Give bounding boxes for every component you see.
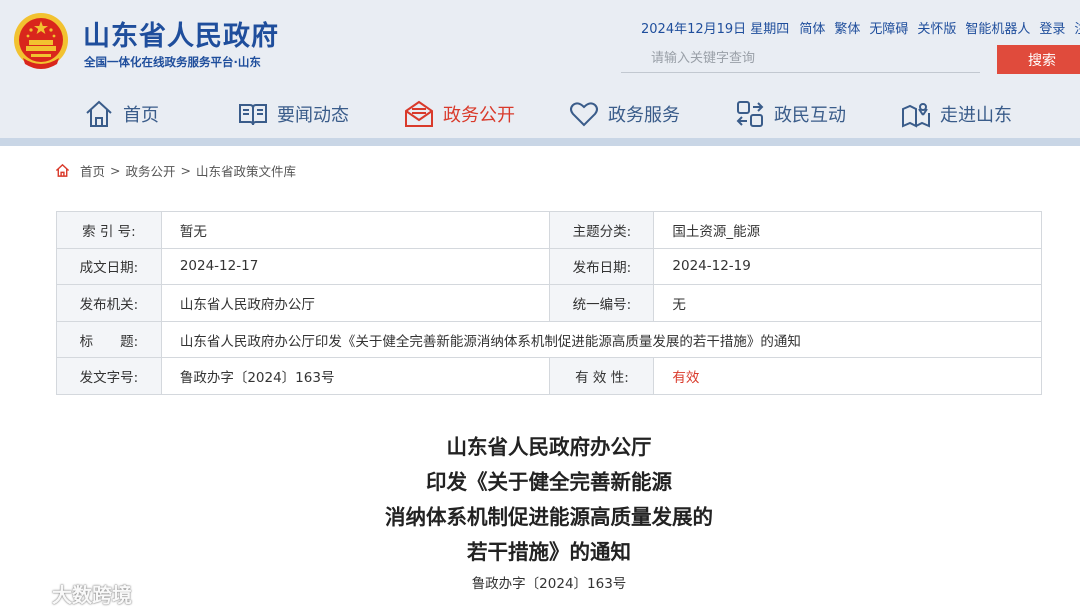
publish-date-label: 发布日期: <box>549 247 655 286</box>
document-info-table: 索 引 号: 暂无 主题分类: 国土资源_能源 成文日期: 2024-12-17… <box>56 211 1043 395</box>
index-number-value: 暂无 <box>160 211 551 249</box>
nav-label-gov-affairs: 政务公开 <box>443 105 515 126</box>
validity-value: 有效 <box>653 357 1042 395</box>
header-divider <box>0 138 1080 146</box>
register-link[interactable]: 注册 <box>1074 18 1080 37</box>
document-number: 鲁政办字〔2024〕163号 <box>471 576 627 592</box>
issuing-authority-label: 发布机关: <box>56 284 162 322</box>
nav-item-interaction[interactable]: 政民互动 <box>735 96 846 132</box>
main-nav: 首页 要闻动态 政务公开 政务服务 政民互动 走进山东 <box>0 92 1080 138</box>
watermark-text: 大数跨境 <box>52 583 132 607</box>
breadcrumb-policy-library[interactable]: 山东省政策文件库 <box>196 161 296 180</box>
table-row: 发布机关: 山东省人民政府办公厅 统一编号: 无 <box>56 284 1042 322</box>
title-label: 标 题: <box>56 320 162 359</box>
nav-item-home[interactable]: 首页 <box>84 96 159 132</box>
nav-item-news[interactable]: 要闻动态 <box>238 96 349 132</box>
written-date-label: 成文日期: <box>56 247 162 286</box>
unified-number-label: 统一编号: <box>549 284 655 322</box>
traditional-chinese-link[interactable]: 繁体 <box>834 18 860 37</box>
mail-open-icon <box>405 100 433 127</box>
topic-category-value: 国土资源_能源 <box>653 211 1042 249</box>
document-title-line: 消纳体系机制促进能源高质量发展的 <box>385 505 713 529</box>
document-title-line: 山东省人民政府办公厅 <box>446 435 652 459</box>
document-number-value: 鲁政办字〔2024〕163号 <box>160 357 551 395</box>
nav-label-home: 首页 <box>123 105 159 126</box>
watermark: 大数跨境 <box>8 579 132 608</box>
table-row: 标 题: 山东省人民政府办公厅印发《关于健全完善新能源消纳体系机制促进能源高质量… <box>56 320 1043 359</box>
interaction-icon <box>736 101 764 127</box>
table-row: 发文字号: 鲁政办字〔2024〕163号 有 效 性: 有效 <box>56 357 1042 395</box>
document-title: 山东省人民政府办公厅 印发《关于健全完善新能源 消纳体系机制促进能源高质量发展的… <box>0 430 1080 570</box>
site-header: 山东省人民政府 全国一体化在线政务服务平台·山东 2024年12月19日 星期四… <box>0 0 1080 140</box>
site-title[interactable]: 山东省人民政府 <box>83 14 279 53</box>
publish-date-value: 2024-12-19 <box>653 247 1042 286</box>
nav-label-about-shandong: 走进山东 <box>940 105 1012 126</box>
top-links: 2024年12月19日 星期四 简体 繁体 无障碍 关怀版 智能机器人 登录 注… <box>641 18 1080 37</box>
site-subtitle: 全国一体化在线政务服务平台·山东 <box>84 55 261 69</box>
nav-item-gov-affairs[interactable]: 政务公开 <box>404 96 515 132</box>
accessibility-link[interactable]: 无障碍 <box>869 18 908 37</box>
news-book-icon <box>239 104 267 126</box>
written-date-value: 2024-12-17 <box>160 247 551 286</box>
smart-robot-link[interactable]: 智能机器人 <box>965 18 1030 37</box>
map-pin-icon <box>902 103 930 128</box>
nav-item-about-shandong[interactable]: 走进山东 <box>901 96 1012 132</box>
nav-item-gov-services[interactable]: 政务服务 <box>569 96 680 132</box>
nav-label-news: 要闻动态 <box>277 105 349 126</box>
nav-label-interaction: 政民互动 <box>774 105 846 126</box>
breadcrumb-separator: > <box>110 163 121 178</box>
index-number-label: 索 引 号: <box>56 211 162 249</box>
national-emblem-icon <box>14 13 68 69</box>
validity-label: 有 效 性: <box>549 357 655 395</box>
breadcrumb-home[interactable]: 首页 <box>80 161 105 180</box>
unified-number-value: 无 <box>653 284 1042 322</box>
current-date: 2024年12月19日 星期四 <box>641 22 790 37</box>
breadcrumb-separator: > <box>180 163 191 178</box>
search-input[interactable] <box>621 45 980 73</box>
home-icon <box>86 100 112 127</box>
care-mode-link[interactable]: 关怀版 <box>917 18 956 37</box>
table-row: 成文日期: 2024-12-17 发布日期: 2024-12-19 <box>56 247 1042 286</box>
document-number-label: 发文字号: <box>56 357 162 395</box>
heart-icon <box>570 102 598 127</box>
table-row: 索 引 号: 暂无 主题分类: 国土资源_能源 <box>56 211 1042 249</box>
watermark-logo-icon <box>10 583 47 603</box>
document-title-line: 印发《关于健全完善新能源 <box>426 470 672 494</box>
breadcrumb-gov-affairs[interactable]: 政务公开 <box>126 161 176 180</box>
login-link[interactable]: 登录 <box>1039 18 1065 37</box>
nav-label-gov-services: 政务服务 <box>608 105 680 126</box>
search-button[interactable]: 搜索 <box>997 45 1080 74</box>
issuing-authority-value: 山东省人民政府办公厅 <box>160 284 551 322</box>
document-title-line: 若干措施》的通知 <box>467 540 631 564</box>
simplified-chinese-link[interactable]: 简体 <box>799 18 825 37</box>
home-icon <box>55 163 70 177</box>
breadcrumb: 首页 > 政务公开 > 山东省政策文件库 <box>55 161 296 180</box>
topic-category-label: 主题分类: <box>549 211 655 249</box>
title-value: 山东省人民政府办公厅印发《关于健全完善新能源消纳体系机制促进能源高质量发展的若干… <box>160 320 1043 359</box>
